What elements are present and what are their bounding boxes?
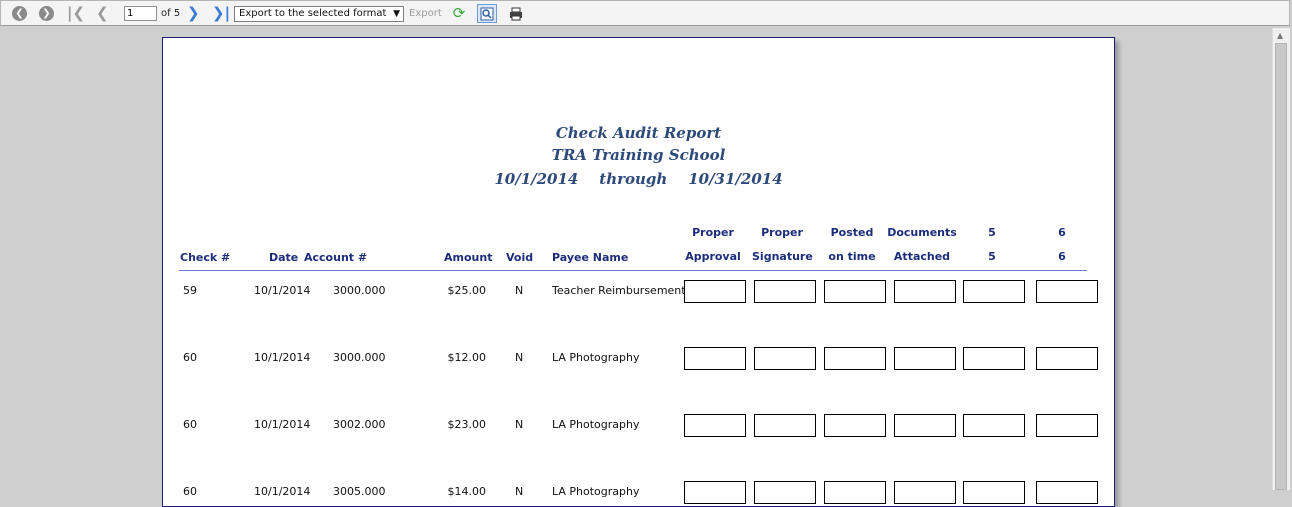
- row-check: 60: [183, 351, 197, 364]
- audit-checkbox-6: [1036, 481, 1098, 504]
- audit-checkbox-3: [824, 347, 886, 370]
- print-icon[interactable]: [507, 5, 525, 23]
- scroll-up-icon[interactable]: ▲: [1277, 31, 1283, 40]
- row-amount: $12.00: [447, 351, 487, 364]
- report-viewer-toolbar: ❮ ❯ |❮ ❮ of 5 ❯ ❯| Export to the selecte…: [0, 0, 1290, 26]
- back-icon[interactable]: ❮: [12, 6, 27, 21]
- audit-checkbox-3: [824, 414, 886, 437]
- first-page-icon[interactable]: |❮: [67, 4, 85, 22]
- page-number-input[interactable]: [124, 6, 157, 21]
- row-check: 59: [183, 284, 197, 297]
- row-void: N: [515, 418, 524, 431]
- header-account: Account #: [304, 251, 368, 264]
- next-page-icon[interactable]: ❯: [187, 4, 200, 22]
- last-page-icon[interactable]: ❯|: [212, 4, 230, 22]
- header-col5-top: 5: [988, 226, 996, 239]
- header-documents-bottom: Attached: [893, 250, 951, 263]
- audit-checkbox-2: [754, 414, 816, 437]
- row-payee: LA Photography: [552, 418, 640, 431]
- audit-checkbox-6: [1036, 280, 1098, 303]
- period-to: 10/31/2014: [688, 170, 783, 188]
- header-date: Date: [269, 251, 299, 264]
- scrollbar-thumb[interactable]: [1275, 43, 1287, 490]
- header-void: Void: [506, 251, 534, 264]
- audit-checkbox-2: [754, 481, 816, 504]
- report-title: Check Audit Report: [555, 124, 722, 142]
- header-documents-top: Documents: [887, 226, 957, 239]
- audit-checkbox-4: [894, 280, 956, 303]
- report-page: Check Audit Report TRA Training School 1…: [162, 37, 1115, 507]
- row-void: N: [515, 485, 524, 498]
- header-divider: [179, 270, 1087, 271]
- audit-checkbox-1: [684, 414, 746, 437]
- header-signature-bottom: Signature: [752, 250, 813, 263]
- school-name: TRA Training School: [551, 146, 726, 164]
- audit-checkbox-6: [1036, 347, 1098, 370]
- chevron-down-icon: ▼: [393, 9, 400, 19]
- refresh-icon[interactable]: ⟳: [451, 5, 467, 21]
- audit-checkbox-5: [963, 481, 1025, 504]
- audit-checkbox-1: [684, 347, 746, 370]
- audit-checkbox-2: [754, 280, 816, 303]
- row-payee: LA Photography: [552, 485, 640, 498]
- audit-checkbox-6: [1036, 414, 1098, 437]
- row-account: 3002.000: [333, 418, 386, 431]
- export-button[interactable]: Export: [409, 8, 442, 19]
- row-payee: Teacher Reimbursement: [552, 284, 686, 297]
- audit-checkbox-2: [754, 347, 816, 370]
- audit-checkbox-3: [824, 280, 886, 303]
- export-format-select[interactable]: Export to the selected format ▼: [234, 6, 404, 22]
- row-amount: $23.00: [447, 418, 487, 431]
- audit-checkbox-4: [894, 481, 956, 504]
- row-account: 3005.000: [333, 485, 386, 498]
- row-account: 3000.000: [333, 351, 386, 364]
- header-check: Check #: [180, 251, 231, 264]
- header-col6-top: 6: [1058, 226, 1066, 239]
- audit-checkbox-4: [894, 414, 956, 437]
- row-void: N: [515, 351, 524, 364]
- row-amount: $25.00: [447, 284, 487, 297]
- vertical-scrollbar[interactable]: ▲: [1272, 28, 1290, 490]
- row-check: 60: [183, 485, 197, 498]
- period-from: 10/1/2014: [494, 170, 579, 188]
- header-col6-bottom: 6: [1058, 250, 1066, 263]
- audit-checkbox-5: [963, 280, 1025, 303]
- row-date: 10/1/2014: [254, 418, 311, 431]
- header-col5-bottom: 5: [988, 250, 996, 263]
- find-icon[interactable]: [477, 4, 497, 23]
- row-payee: LA Photography: [552, 351, 640, 364]
- header-posted-top: Posted: [830, 226, 874, 239]
- report-period: 10/1/2014 through 10/31/2014: [163, 170, 1114, 188]
- page-count-label: of 5: [161, 8, 181, 19]
- row-date: 10/1/2014: [254, 351, 311, 364]
- header-approval-bottom: Approval: [685, 250, 741, 263]
- header-payee: Payee Name: [552, 251, 629, 264]
- export-format-value: Export to the selected format: [239, 8, 387, 19]
- audit-checkbox-5: [963, 414, 1025, 437]
- header-signature-top: Proper: [761, 226, 803, 239]
- forward-icon[interactable]: ❯: [39, 6, 54, 21]
- row-date: 10/1/2014: [254, 485, 311, 498]
- header-amount: Amount: [444, 251, 493, 264]
- row-amount: $14.00: [447, 485, 487, 498]
- row-check: 60: [183, 418, 197, 431]
- row-date: 10/1/2014: [254, 284, 311, 297]
- header-approval-top: Proper: [692, 226, 734, 239]
- row-account: 3000.000: [333, 284, 386, 297]
- audit-checkbox-3: [824, 481, 886, 504]
- header-posted-bottom: on time: [828, 250, 876, 263]
- prev-page-icon[interactable]: ❮: [96, 4, 109, 22]
- audit-checkbox-1: [684, 280, 746, 303]
- audit-checkbox-1: [684, 481, 746, 504]
- audit-checkbox-4: [894, 347, 956, 370]
- row-void: N: [515, 284, 524, 297]
- audit-checkbox-5: [963, 347, 1025, 370]
- period-through: through: [599, 170, 668, 188]
